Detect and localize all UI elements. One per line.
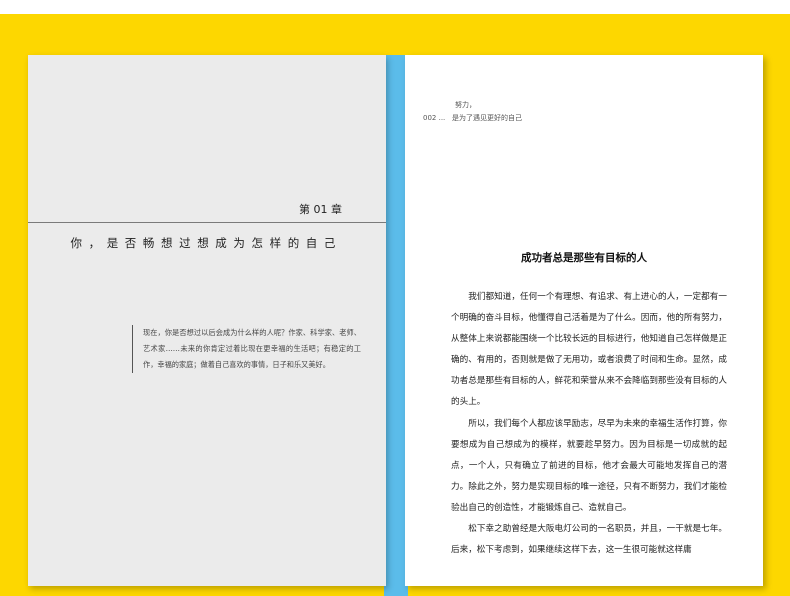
page-number: 002 ...: [423, 114, 446, 122]
chapter-intro: 现在，你是否想过以后会成为什么样的人呢？作家、科学家、老师、艺术家……未来的你肯…: [132, 325, 361, 373]
paragraph: 松下幸之助曾经是大阪电灯公司的一名职员，并且，一干就是七年。后来，松下考虑到，如…: [451, 524, 727, 556]
running-header: 努力， 002 ... 是为了遇见更好的自己: [423, 99, 522, 125]
chapter-title: 你，是否畅想过想成为怎样的自己: [70, 236, 342, 250]
header-line-2: 是为了遇见更好的自己: [452, 114, 522, 122]
chapter-intro-text: 现在，你是否想过以后会成为什么样的人呢？作家、科学家、老师、艺术家……未来的你肯…: [143, 328, 361, 369]
chapter-label: 第 01 章: [299, 203, 342, 216]
body-text: 我们都知道，任何一个有理想、有追求、有上进心的人，一定都有一个明确的奋斗目标，他…: [451, 287, 727, 561]
header-dots: ...: [438, 114, 446, 122]
left-page: 第 01 章 你，是否畅想过想成为怎样的自己 现在，你是否想过以后会成为什么样的…: [28, 55, 386, 586]
section-title: 成功者总是那些有目标的人: [521, 252, 647, 264]
chapter-divider: [28, 222, 386, 223]
paragraph: 所以，我们每个人都应该早励志，尽早为未来的幸福生活作打算，你要想成为自己想成为的…: [451, 418, 727, 513]
right-page: 努力， 002 ... 是为了遇见更好的自己 成功者总是那些有目标的人 我们都知道…: [405, 55, 763, 586]
header-line-1: 努力，: [455, 101, 476, 109]
paragraph: 我们都知道，任何一个有理想、有追求、有上进心的人，一定都有一个明确的奋斗目标，他…: [451, 292, 727, 408]
